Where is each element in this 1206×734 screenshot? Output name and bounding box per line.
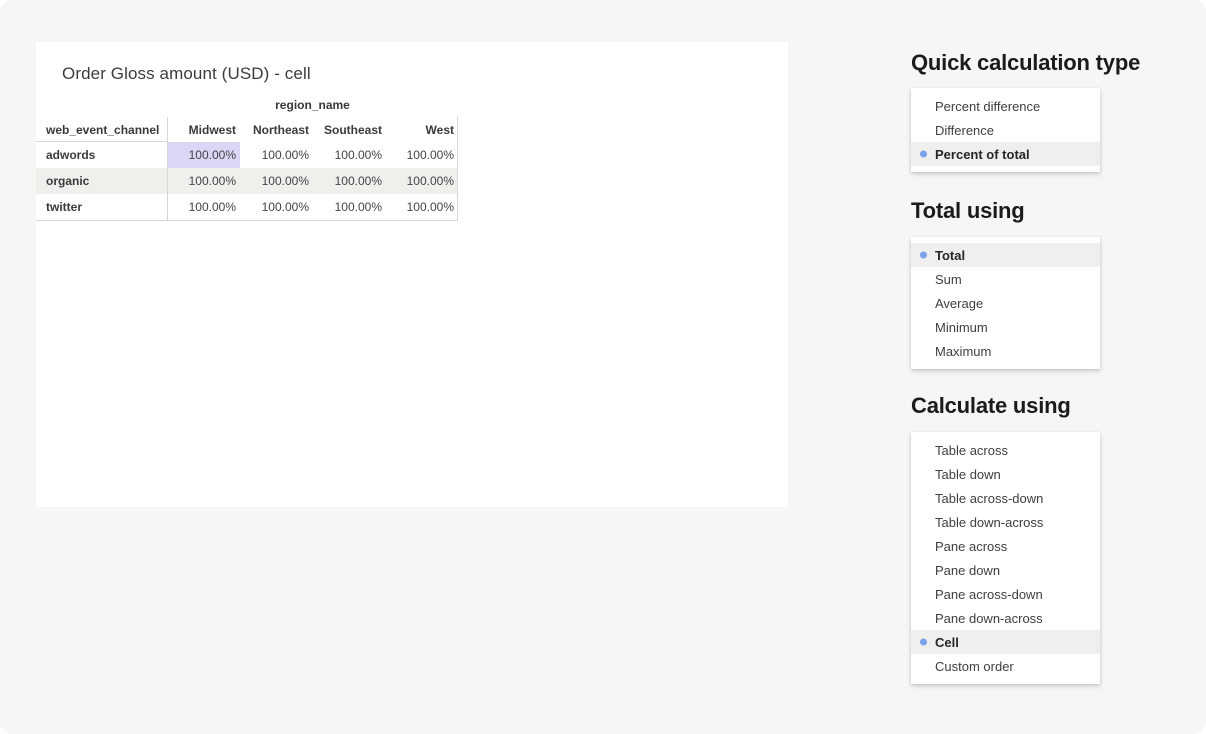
option-pane-across[interactable]: Pane across: [911, 534, 1100, 558]
pivot-table: region_name web_event_channel Midwest No…: [36, 98, 458, 222]
column-header-west: West: [386, 118, 458, 142]
option-label: Maximum: [935, 344, 991, 359]
table-cell-organic-northeast[interactable]: 100.00%: [240, 168, 313, 194]
row-label-organic: organic: [36, 168, 167, 194]
column-group-header: region_name: [167, 98, 458, 112]
header-underline: [36, 141, 167, 142]
row-label-twitter: twitter: [36, 194, 167, 220]
option-percent-difference[interactable]: Percent difference: [911, 94, 1100, 118]
table-vertical-divider-right: [457, 117, 458, 221]
option-label: Minimum: [935, 320, 988, 335]
table-cell-organic-southeast[interactable]: 100.00%: [313, 168, 386, 194]
option-table-across-down[interactable]: Table across-down: [911, 486, 1100, 510]
quick-calculation-type-menu: Percent difference Difference Percent of…: [911, 88, 1100, 172]
option-pane-down-across[interactable]: Pane down-across: [911, 606, 1100, 630]
option-minimum[interactable]: Minimum: [911, 315, 1100, 339]
option-label: Pane across-down: [935, 587, 1043, 602]
option-table-down[interactable]: Table down: [911, 462, 1100, 486]
table-cell-twitter-northeast[interactable]: 100.00%: [240, 194, 313, 220]
option-label: Table down-across: [935, 515, 1043, 530]
column-header-southeast: Southeast: [313, 118, 386, 142]
option-sum[interactable]: Sum: [911, 267, 1100, 291]
option-label: Difference: [935, 123, 994, 138]
option-label: Total: [935, 248, 965, 263]
table-cell-adwords-west[interactable]: 100.00%: [386, 142, 458, 168]
option-maximum[interactable]: Maximum: [911, 339, 1100, 363]
total-using-menu: Total Sum Average Minimum Maximum: [911, 237, 1100, 369]
option-pane-down[interactable]: Pane down: [911, 558, 1100, 582]
table-grid: web_event_channel Midwest Northeast Sout…: [36, 118, 458, 220]
option-label: Pane down-across: [935, 611, 1043, 626]
table-cell-twitter-west[interactable]: 100.00%: [386, 194, 458, 220]
selected-indicator-dot: [920, 252, 927, 259]
option-pane-across-down[interactable]: Pane across-down: [911, 582, 1100, 606]
row-dimension-header: web_event_channel: [36, 118, 167, 142]
option-percent-of-total[interactable]: Percent of total: [911, 142, 1100, 166]
app-page: Order Gloss amount (USD) - cell region_n…: [0, 0, 1206, 734]
option-label: Average: [935, 296, 983, 311]
option-label: Custom order: [935, 659, 1014, 674]
section-heading-quick-calculation-type: Quick calculation type: [911, 50, 1140, 76]
selected-indicator-dot: [920, 639, 927, 646]
table-cell-adwords-midwest highlighted-cell[interactable]: 100.00%: [167, 142, 240, 168]
option-cell[interactable]: Cell: [911, 630, 1100, 654]
option-average[interactable]: Average: [911, 291, 1100, 315]
option-table-across[interactable]: Table across: [911, 438, 1100, 462]
report-title: Order Gloss amount (USD) - cell: [62, 64, 311, 84]
section-heading-calculate-using: Calculate using: [911, 393, 1071, 419]
option-custom-order[interactable]: Custom order: [911, 654, 1100, 678]
table-cell-adwords-northeast[interactable]: 100.00%: [240, 142, 313, 168]
option-label: Table across: [935, 443, 1008, 458]
table-cell-organic-midwest[interactable]: 100.00%: [167, 168, 240, 194]
table-cell-adwords-southeast[interactable]: 100.00%: [313, 142, 386, 168]
option-table-down-across[interactable]: Table down-across: [911, 510, 1100, 534]
report-card: Order Gloss amount (USD) - cell region_n…: [36, 42, 788, 507]
option-difference[interactable]: Difference: [911, 118, 1100, 142]
table-cell-twitter-southeast[interactable]: 100.00%: [313, 194, 386, 220]
option-label: Pane across: [935, 539, 1007, 554]
option-label: Table across-down: [935, 491, 1043, 506]
row-label-adwords: adwords: [36, 142, 167, 168]
table-cell-organic-west[interactable]: 100.00%: [386, 168, 458, 194]
calculate-using-menu: Table across Table down Table across-dow…: [911, 432, 1100, 684]
table-vertical-divider-left: [167, 117, 168, 221]
table-cell-twitter-midwest[interactable]: 100.00%: [167, 194, 240, 220]
option-label: Percent of total: [935, 147, 1030, 162]
section-heading-total-using: Total using: [911, 198, 1025, 224]
column-header-midwest: Midwest: [167, 118, 240, 142]
option-label: Table down: [935, 467, 1001, 482]
option-total[interactable]: Total: [911, 243, 1100, 267]
option-label: Cell: [935, 635, 959, 650]
option-label: Pane down: [935, 563, 1000, 578]
column-header-northeast: Northeast: [240, 118, 313, 142]
option-label: Percent difference: [935, 99, 1040, 114]
table-bottom-border: [36, 220, 458, 221]
selected-indicator-dot: [920, 151, 927, 158]
option-label: Sum: [935, 272, 962, 287]
